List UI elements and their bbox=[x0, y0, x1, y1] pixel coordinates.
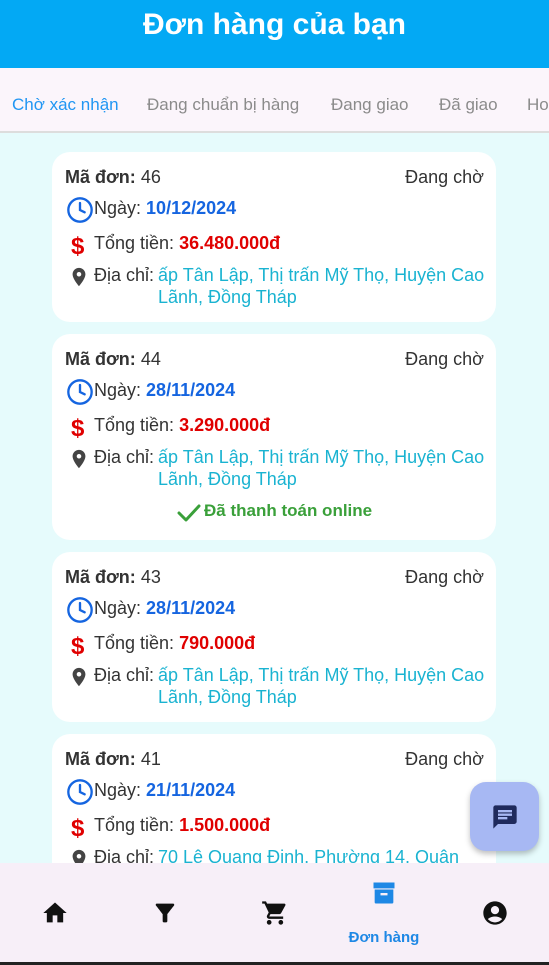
address-line-2: Lãnh, Đồng Tháp bbox=[158, 287, 297, 307]
address-line-1: 70 Lê Quang Định, Phường 14, Quận bbox=[158, 847, 460, 863]
total-label: Tổng tiền: bbox=[94, 415, 175, 435]
tab-delivered[interactable]: Đã giao bbox=[439, 68, 498, 131]
order-date: 21/11/2024 bbox=[146, 780, 236, 800]
order-status-tabs: Chờ xác nhận Đang chuẩn bị hàng Đang gia… bbox=[0, 68, 549, 133]
home-icon bbox=[43, 902, 67, 923]
order-date-row: Ngày: 28/11/2024 bbox=[94, 380, 235, 401]
total-label: Tổng tiền: bbox=[94, 633, 175, 653]
total-label: Tổng tiền: bbox=[94, 233, 175, 253]
order-id-value: 43 bbox=[140, 567, 161, 587]
tab-cancelled[interactable]: Ho bbox=[527, 68, 549, 131]
order-total-row: Tổng tiền: 1.500.000đ bbox=[94, 815, 270, 836]
order-id-row: Mã đơn: 44 bbox=[65, 349, 161, 370]
clock-icon bbox=[67, 597, 93, 623]
order-total-row: Tổng tiền: 36.480.000đ bbox=[94, 233, 280, 254]
date-label: Ngày: bbox=[94, 198, 142, 218]
order-date-row: Ngày: 21/11/2024 bbox=[94, 780, 235, 801]
order-total-row: Tổng tiền: 790.000đ bbox=[94, 633, 255, 654]
chat-button[interactable] bbox=[470, 782, 539, 851]
order-id-row: Mã đơn: 43 bbox=[65, 567, 161, 588]
address-line-1: ấp Tân Lập, Thị trấn Mỹ Thọ, Huyện Cao bbox=[158, 265, 485, 285]
address-line-1: ấp Tân Lập, Thị trấn Mỹ Thọ, Huyện Cao bbox=[158, 447, 485, 467]
order-total-row: Tổng tiền: 3.290.000đ bbox=[94, 415, 270, 436]
order-card[interactable]: Mã đơn: 41 Đang chờ Ngày: 21/11/2024 $ T… bbox=[52, 734, 496, 863]
order-status: Đang chờ bbox=[405, 349, 484, 369]
clock-icon bbox=[67, 379, 93, 405]
tab-preparing[interactable]: Đang chuẩn bị hàng bbox=[147, 68, 299, 131]
order-id-value: 41 bbox=[140, 749, 161, 769]
order-card[interactable]: Mã đơn: 44 Đang chờ Ngày: 28/11/2024 $ T… bbox=[52, 334, 496, 540]
order-id-label: Mã đơn: bbox=[65, 349, 136, 369]
order-id-label: Mã đơn: bbox=[65, 167, 136, 187]
order-id-label: Mã đơn: bbox=[65, 749, 136, 769]
location-pin-icon bbox=[72, 849, 86, 863]
cart-icon bbox=[262, 901, 286, 925]
order-total: 1.500.000đ bbox=[179, 815, 271, 835]
nav-orders[interactable]: Đơn hàng bbox=[329, 863, 439, 963]
dollar-icon: $ bbox=[71, 415, 85, 440]
date-label: Ngày: bbox=[94, 780, 142, 800]
order-card[interactable]: Mã đơn: 46 Đang chờ Ngày: 10/12/2024 $ T… bbox=[52, 152, 496, 322]
order-id-value: 44 bbox=[140, 349, 161, 369]
order-date-row: Ngày: 28/11/2024 bbox=[94, 598, 235, 619]
filter-icon bbox=[155, 903, 175, 923]
address-line-1: ấp Tân Lập, Thị trấn Mỹ Thọ, Huyện Cao bbox=[158, 665, 485, 685]
location-pin-icon bbox=[72, 267, 86, 287]
payment-status: Đã thanh toán online bbox=[204, 501, 373, 520]
clock-icon bbox=[67, 779, 93, 805]
chat-icon bbox=[492, 804, 517, 829]
order-total: 790.000đ bbox=[179, 633, 256, 653]
order-id-value: 46 bbox=[140, 167, 161, 187]
app-header: Đơn hàng của bạn bbox=[0, 0, 549, 68]
dollar-icon: $ bbox=[71, 633, 85, 658]
dollar-icon: $ bbox=[71, 815, 85, 840]
date-label: Ngày: bbox=[94, 380, 142, 400]
order-status: Đang chờ bbox=[405, 567, 484, 587]
nav-account[interactable] bbox=[440, 863, 549, 963]
order-id-label: Mã đơn: bbox=[65, 567, 136, 587]
order-id-row: Mã đơn: 46 bbox=[65, 167, 161, 188]
location-pin-icon bbox=[72, 449, 86, 469]
archive-icon bbox=[373, 882, 395, 904]
nav-cart[interactable] bbox=[220, 863, 330, 963]
svg-text:$: $ bbox=[71, 633, 85, 658]
order-date: 28/11/2024 bbox=[146, 598, 236, 618]
address-label: Địa chỉ: bbox=[94, 447, 155, 467]
order-status: Đang chờ bbox=[405, 749, 484, 769]
order-total: 36.480.000đ bbox=[179, 233, 281, 253]
nav-filter[interactable] bbox=[110, 863, 220, 963]
order-card[interactable]: Mã đơn: 43 Đang chờ Ngày: 28/11/2024 $ T… bbox=[52, 552, 496, 722]
tab-waiting-confirmation[interactable]: Chờ xác nhận bbox=[12, 68, 119, 131]
dollar-icon: $ bbox=[71, 233, 85, 258]
address-label: Địa chỉ: bbox=[94, 665, 155, 685]
order-status: Đang chờ bbox=[405, 167, 484, 187]
date-label: Ngày: bbox=[94, 598, 142, 618]
account-icon bbox=[483, 901, 507, 925]
svg-text:$: $ bbox=[71, 815, 85, 840]
address-label: Địa chỉ: bbox=[94, 847, 155, 863]
svg-text:$: $ bbox=[71, 233, 85, 258]
total-label: Tổng tiền: bbox=[94, 815, 175, 835]
tab-shipping[interactable]: Đang giao bbox=[331, 68, 409, 131]
address-line-2: Lãnh, Đồng Tháp bbox=[158, 687, 297, 707]
bottom-navigation: Đơn hàng bbox=[0, 863, 549, 965]
address-label: Địa chỉ: bbox=[94, 265, 155, 285]
page-title: Đơn hàng của bạn bbox=[142, 8, 406, 41]
svg-text:$: $ bbox=[71, 415, 85, 440]
nav-home[interactable] bbox=[0, 863, 110, 963]
order-date: 28/11/2024 bbox=[146, 380, 236, 400]
nav-orders-label: Đơn hàng bbox=[348, 929, 420, 946]
order-date-row: Ngày: 10/12/2024 bbox=[94, 198, 236, 219]
order-list[interactable]: Mã đơn: 46 Đang chờ Ngày: 10/12/2024 $ T… bbox=[0, 135, 549, 863]
order-date: 10/12/2024 bbox=[146, 198, 237, 218]
order-id-row: Mã đơn: 41 bbox=[65, 749, 161, 770]
clock-icon bbox=[67, 197, 93, 223]
check-icon bbox=[177, 504, 201, 522]
address-line-2: Lãnh, Đồng Tháp bbox=[158, 469, 297, 489]
order-total: 3.290.000đ bbox=[179, 415, 271, 435]
location-pin-icon bbox=[72, 667, 86, 687]
